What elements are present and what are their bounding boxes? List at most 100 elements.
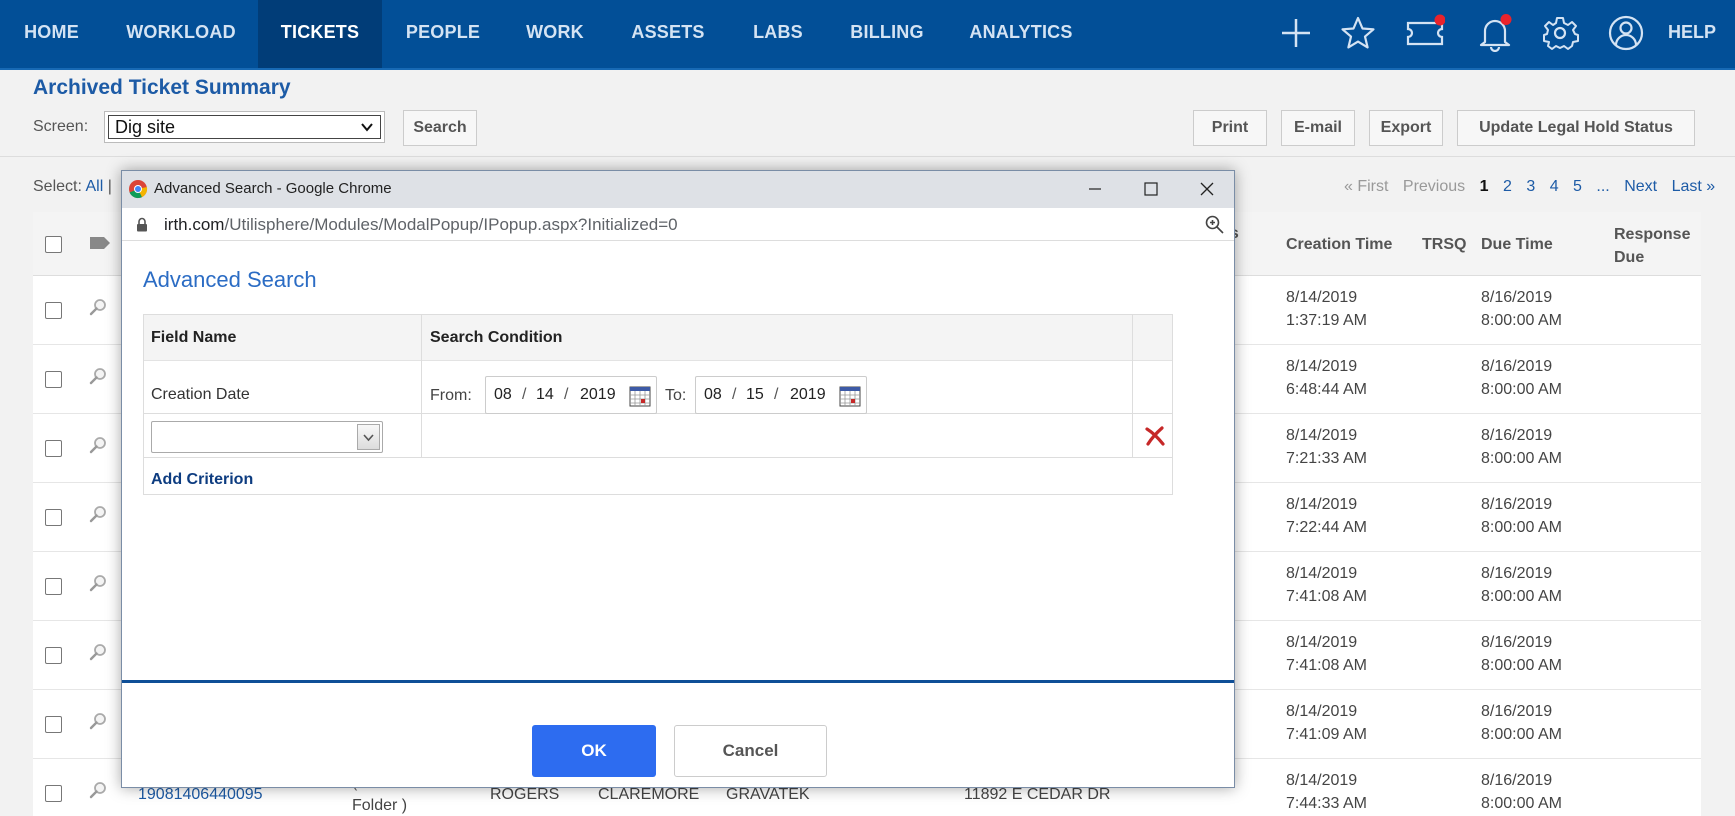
nav-labs[interactable]: LABS xyxy=(740,0,816,68)
row-checkbox[interactable] xyxy=(45,302,62,319)
created-date-cell: 8/14/2019 xyxy=(1286,565,1358,582)
created-date-cell: 8/14/2019 xyxy=(1286,703,1358,720)
row-checkbox[interactable] xyxy=(45,647,62,664)
view-ticket-icon[interactable] xyxy=(89,643,107,661)
due-date-cell: 8/16/2019 xyxy=(1481,565,1553,582)
dropdown-arrow[interactable] xyxy=(357,424,380,450)
nav-analytics[interactable]: ANALYTICS xyxy=(960,0,1082,68)
to-month[interactable]: 08 xyxy=(704,386,722,404)
header-divider xyxy=(0,156,1735,157)
nav-tickets[interactable]: TICKETS xyxy=(258,0,382,68)
col-divider-2 xyxy=(1132,315,1133,458)
nav-people[interactable]: PEOPLE xyxy=(393,0,493,68)
from-year[interactable]: 2019 xyxy=(580,386,616,404)
from-date-input[interactable]: 08 / 14 / 2019 xyxy=(485,376,657,414)
select-all-checkbox[interactable] xyxy=(45,236,62,253)
update-legal-hold-button[interactable]: Update Legal Hold Status xyxy=(1457,110,1695,146)
view-ticket-icon[interactable] xyxy=(89,712,107,730)
add-criterion-link[interactable]: Add Criterion xyxy=(151,471,253,489)
screen-label: Screen: xyxy=(33,118,89,135)
row-checkbox[interactable] xyxy=(45,578,62,595)
row-checkbox[interactable] xyxy=(45,371,62,388)
user-icon[interactable] xyxy=(1606,14,1646,52)
pager-page-3[interactable]: 3 xyxy=(1526,178,1535,195)
window-titlebar[interactable]: Advanced Search - Google Chrome xyxy=(122,171,1234,208)
row-checkbox[interactable] xyxy=(45,716,62,733)
to-day[interactable]: 15 xyxy=(746,386,764,404)
to-sep-2: / xyxy=(774,386,779,403)
due-time-cell: 8:00:00 AM xyxy=(1481,312,1562,329)
minimize-button[interactable] xyxy=(1067,171,1123,208)
pager-page-4[interactable]: 4 xyxy=(1550,178,1559,195)
close-icon xyxy=(1200,182,1214,196)
created-time-cell: 7:41:09 AM xyxy=(1286,726,1367,743)
screen-select[interactable]: Dig site xyxy=(104,111,385,143)
ticket-icon[interactable] xyxy=(1405,14,1445,52)
row-checkbox[interactable] xyxy=(45,785,62,802)
nav-home[interactable]: HOME xyxy=(0,0,103,68)
nav-assets[interactable]: ASSETS xyxy=(620,0,716,68)
due-date-cell: 8/16/2019 xyxy=(1481,772,1553,789)
col-response-due-1[interactable]: Response xyxy=(1614,223,1690,246)
created-time-cell: 7:41:08 AM xyxy=(1286,657,1367,674)
due-date-cell: 8/16/2019 xyxy=(1481,496,1553,513)
nav-workload[interactable]: WORKLOAD xyxy=(113,0,249,68)
search-button[interactable]: Search xyxy=(403,110,477,146)
bell-icon[interactable] xyxy=(1475,14,1515,52)
nav-work[interactable]: WORK xyxy=(512,0,598,68)
view-ticket-icon[interactable] xyxy=(89,574,107,592)
col-divider-1 xyxy=(421,315,422,458)
due-date-cell: 8/16/2019 xyxy=(1481,358,1553,375)
zoom-icon[interactable] xyxy=(1205,215,1224,234)
new-criterion-field-select[interactable] xyxy=(151,421,383,453)
calendar-icon[interactable] xyxy=(629,385,651,407)
close-button[interactable] xyxy=(1179,171,1235,208)
pager-last[interactable]: Last » xyxy=(1672,178,1716,195)
row-checkbox[interactable] xyxy=(45,509,62,526)
from-month[interactable]: 08 xyxy=(494,386,512,404)
pager-ellipsis[interactable]: ... xyxy=(1596,178,1609,195)
pager-page-2[interactable]: 2 xyxy=(1503,178,1512,195)
view-ticket-icon[interactable] xyxy=(89,781,107,799)
email-button[interactable]: E-mail xyxy=(1281,110,1355,146)
created-time-cell: 7:44:33 AM xyxy=(1286,795,1367,812)
view-ticket-icon[interactable] xyxy=(89,505,107,523)
nav-billing[interactable]: BILLING xyxy=(842,0,932,68)
folder-text-2: Folder ) xyxy=(352,797,408,814)
view-ticket-icon[interactable] xyxy=(89,298,107,316)
ok-button[interactable]: OK xyxy=(532,725,656,777)
view-ticket-icon[interactable] xyxy=(89,367,107,385)
to-date-input[interactable]: 08 / 15 / 2019 xyxy=(695,376,867,414)
select-all-link[interactable]: All xyxy=(85,178,103,195)
nav-help[interactable]: HELP xyxy=(1668,0,1716,68)
plus-icon[interactable] xyxy=(1276,14,1316,52)
cancel-button[interactable]: Cancel xyxy=(674,725,827,777)
select-separator: | xyxy=(107,178,112,195)
col-trsq[interactable]: TRSQ xyxy=(1422,233,1466,256)
export-button[interactable]: Export xyxy=(1369,110,1443,146)
gear-icon[interactable] xyxy=(1540,14,1580,52)
print-button[interactable]: Print xyxy=(1193,110,1267,146)
to-year[interactable]: 2019 xyxy=(790,386,826,404)
row-checkbox[interactable] xyxy=(45,440,62,457)
to-label: To: xyxy=(665,387,687,404)
minimize-icon xyxy=(1089,188,1101,190)
pager-page-5[interactable]: 5 xyxy=(1573,178,1582,195)
delete-criterion-icon[interactable] xyxy=(1144,425,1166,447)
address-bar[interactable]: irth.com/Utilisphere/Modules/ModalPopup/… xyxy=(122,208,1234,241)
pager-page-1[interactable]: 1 xyxy=(1480,178,1489,195)
pager-next[interactable]: Next xyxy=(1624,178,1657,195)
created-time-cell: 7:22:44 AM xyxy=(1286,519,1367,536)
calendar-icon[interactable] xyxy=(839,385,861,407)
view-ticket-icon[interactable] xyxy=(89,436,107,454)
from-day[interactable]: 14 xyxy=(536,386,554,404)
due-time-cell: 8:00:00 AM xyxy=(1481,795,1562,812)
maximize-button[interactable] xyxy=(1123,171,1179,208)
criterion-field-name: Creation Date xyxy=(151,386,250,403)
col-response-due-2[interactable]: Due xyxy=(1614,246,1644,269)
star-icon[interactable] xyxy=(1338,14,1378,52)
chrome-logo-icon xyxy=(129,180,148,199)
col-due-time[interactable]: Due Time xyxy=(1481,233,1553,256)
col-creation-time[interactable]: Creation Time xyxy=(1286,233,1392,256)
pager-first: « First xyxy=(1344,178,1389,195)
